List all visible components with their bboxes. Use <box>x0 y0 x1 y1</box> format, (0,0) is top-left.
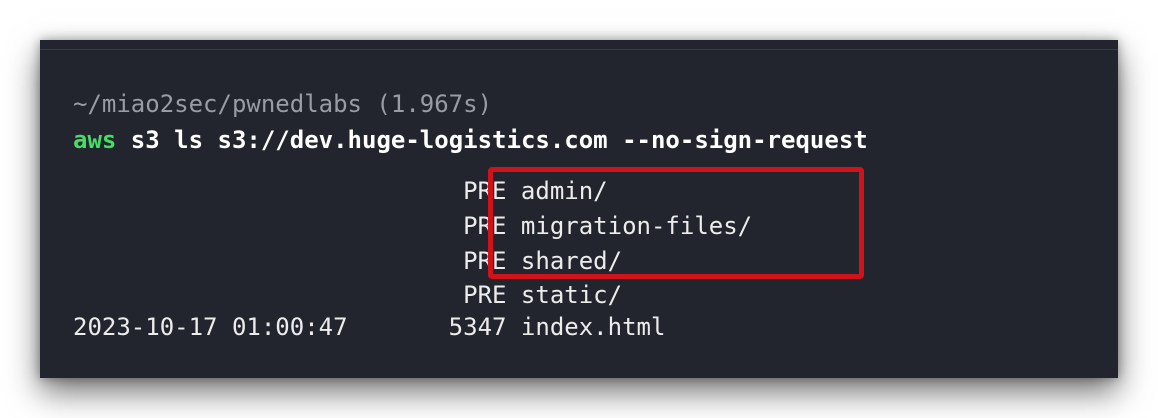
terminal-window: ~/miao2sec/pwnedlabs (1.967s) aws s3 ls … <box>40 40 1118 378</box>
highlight-box <box>488 167 864 279</box>
prompt-path: ~/miao2sec/pwnedlabs (1.967s) <box>73 90 493 118</box>
output-line: 2023-10-17 01:00:47 5347 index.html <box>73 313 666 341</box>
command-line[interactable]: aws s3 ls s3://dev.huge-logistics.com --… <box>73 123 868 157</box>
command-args: s3 ls s3://dev.huge-logistics.com --no-s… <box>116 126 868 154</box>
output-line: PRE static/ <box>73 281 623 309</box>
command-keyword: aws <box>73 126 117 154</box>
top-divider <box>40 49 1118 50</box>
